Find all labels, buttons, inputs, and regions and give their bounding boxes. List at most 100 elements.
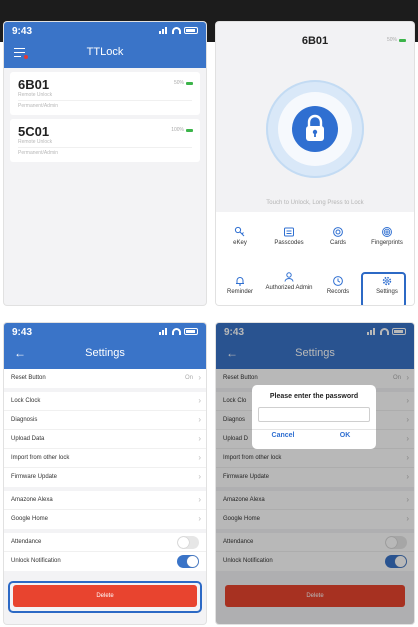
divider xyxy=(18,147,192,148)
chevron-right-icon: › xyxy=(198,453,201,462)
grid-label: Reminder xyxy=(226,289,253,295)
lock-battery: 50% xyxy=(387,37,406,43)
chevron-right-icon: › xyxy=(198,396,201,405)
chevron-right-icon: › xyxy=(198,472,201,481)
unlock-ring xyxy=(266,80,364,178)
setting-unlock-notification: Unlock Notification xyxy=(4,552,206,571)
setting-lock-clock[interactable]: Lock Clock › xyxy=(4,392,206,411)
cancel-button[interactable]: Cancel xyxy=(252,432,314,439)
lock-name: 5C01 xyxy=(18,124,50,139)
setting-diagnosis[interactable]: Diagnosis › xyxy=(4,411,206,430)
settings-section: Reset Button On › xyxy=(4,369,206,388)
status-time: 9:43 xyxy=(12,327,33,338)
lock-battery-value: 50% xyxy=(386,37,397,43)
lock-card[interactable]: 5C01 100% Remote Unlock Permanent/Admin xyxy=(10,119,200,162)
toggle-knob xyxy=(178,537,189,548)
battery-level-icon xyxy=(399,38,406,42)
signal-icon xyxy=(159,327,169,335)
settings-header: 9:43 ← Settings xyxy=(4,323,206,369)
setting-label: Google Home xyxy=(11,516,49,522)
lock-role: Permanent/Admin xyxy=(18,150,59,156)
chevron-right-icon: › xyxy=(198,514,201,523)
grid-item-reminder[interactable]: Reminder xyxy=(216,275,264,296)
signal-icon xyxy=(159,26,169,34)
wifi-icon xyxy=(172,26,181,34)
battery-icon xyxy=(184,26,198,34)
setting-label: Attendance xyxy=(11,539,42,545)
password-input[interactable] xyxy=(258,407,370,422)
grid-label: Records xyxy=(326,289,350,295)
setting-label: Reset Button xyxy=(11,375,46,381)
grid-item-fingerprints[interactable]: Fingerprints xyxy=(363,226,411,247)
grid-item-authorized-admin[interactable]: Authorized Admin xyxy=(265,271,313,292)
grid-label: eKey xyxy=(233,240,247,246)
battery-icon xyxy=(184,327,198,335)
wifi-icon xyxy=(172,327,181,335)
attendance-toggle[interactable] xyxy=(177,536,199,549)
divider xyxy=(252,429,376,430)
unlock-ring-inner xyxy=(278,92,352,166)
setting-label: Upload Data xyxy=(11,436,45,442)
setting-label: Lock Clock xyxy=(11,398,41,404)
setting-label: Unlock Notification xyxy=(11,558,61,564)
settings-section: Attendance Unlock Notification xyxy=(4,533,206,571)
grid-item-passcodes[interactable]: Passcodes xyxy=(265,226,313,247)
chevron-right-icon: › xyxy=(198,495,201,504)
unlock-button[interactable] xyxy=(292,106,338,152)
admin-icon xyxy=(284,272,294,282)
status-bar: 9:43 xyxy=(12,327,198,339)
lock-title: 6B01 xyxy=(301,35,329,47)
modal-overlay xyxy=(216,323,414,624)
setting-reset-button[interactable]: Reset Button On › xyxy=(4,369,206,388)
unlock-notification-toggle[interactable] xyxy=(177,555,199,568)
settings-section: Lock Clock › Diagnosis › Upload Data › Impo… xyxy=(4,392,206,487)
setting-label: Firmware Update xyxy=(11,474,58,480)
fingerprint-icon xyxy=(382,227,392,237)
password-dialog-screen: 9:43 ← Settings Reset Button On › Lock Clo… xyxy=(216,323,414,624)
grid-item-cards[interactable]: Cards xyxy=(314,226,362,247)
setting-label: Diagnosis xyxy=(11,417,38,423)
password-dialog: Please enter the password Cancel OK xyxy=(252,385,376,449)
page-title: Settings xyxy=(85,347,125,359)
lock-role: Permanent/Admin xyxy=(18,103,59,109)
setting-attendance: Attendance xyxy=(4,533,206,552)
grid-label: Passcodes xyxy=(274,240,304,246)
divider xyxy=(18,100,192,101)
padlock-icon xyxy=(306,114,324,141)
card-icon xyxy=(333,227,343,237)
settings-list: Reset Button On › Lock Clock › Diagnosis › U… xyxy=(4,369,206,575)
lock-battery-value: 50% xyxy=(173,80,184,86)
chevron-right-icon: › xyxy=(198,373,201,382)
lock-list-screen: 9:43 TTLock 6B01 50% Remote Unlock Perma… xyxy=(4,22,206,305)
passcode-icon xyxy=(284,227,294,237)
ekey-icon xyxy=(234,226,245,237)
lock-list-header: 9:43 TTLock xyxy=(4,22,206,68)
lock-subtitle: Remote Unlock xyxy=(18,139,53,145)
lock-subtitle: Remote Unlock xyxy=(18,92,53,98)
grid-label: Cards xyxy=(329,240,346,246)
setting-upload-data[interactable]: Upload Data › xyxy=(4,430,206,449)
delete-button[interactable]: Delete xyxy=(13,585,197,607)
settings-section: Amazone Alexa › Google Home › xyxy=(4,491,206,529)
setting-value: On xyxy=(184,375,193,381)
setting-amazon-alexa[interactable]: Amazone Alexa › xyxy=(4,491,206,510)
lock-card[interactable]: 6B01 50% Remote Unlock Permanent/Admin xyxy=(10,72,200,115)
grid-label: Fingerprints xyxy=(371,240,403,246)
setting-firmware-update[interactable]: Firmware Update › xyxy=(4,468,206,487)
status-time: 9:43 xyxy=(12,26,33,37)
grid-item-ekey[interactable]: eKey xyxy=(216,226,264,247)
setting-import-lock[interactable]: Import from other lock › xyxy=(4,449,206,468)
toggle-knob xyxy=(187,556,198,567)
lock-battery-value: 100% xyxy=(171,127,184,133)
dialog-title: Please enter the password xyxy=(269,393,359,400)
setting-label: Amazone Alexa xyxy=(11,497,53,503)
unlock-hint: Touch to Unlock, Long Press to Lock xyxy=(266,200,364,206)
lock-name: 6B01 xyxy=(18,77,50,92)
chevron-right-icon: › xyxy=(198,434,201,443)
grid-label: Authorized Admin xyxy=(265,285,313,291)
setting-google-home[interactable]: Google Home › xyxy=(4,510,206,529)
setting-label: Import from other lock xyxy=(11,455,70,461)
ok-button[interactable]: OK xyxy=(314,432,376,439)
grid-item-records[interactable]: Records xyxy=(314,275,362,296)
records-icon xyxy=(333,276,343,286)
